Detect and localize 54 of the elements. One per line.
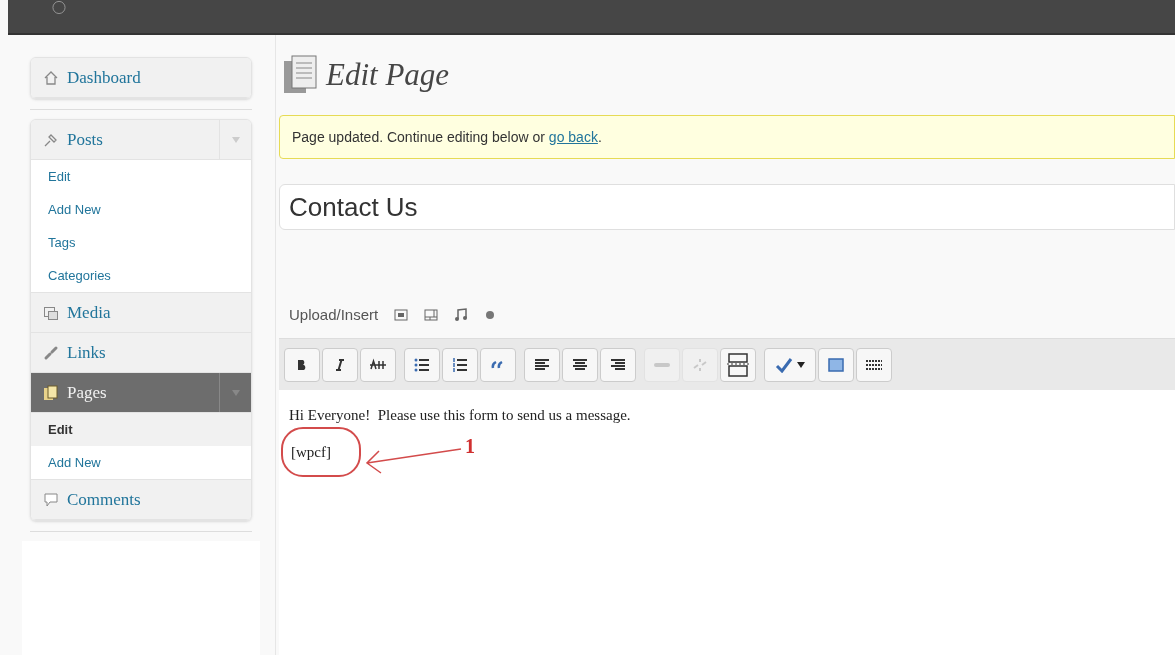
toolbar-button[interactable]: [360, 347, 396, 382]
pages-icon: [43, 384, 59, 401]
toolbar-button[interactable]: [442, 347, 478, 382]
music-note-icon[interactable]: [454, 308, 469, 322]
go-back-link[interactable]: go back: [548, 129, 598, 145]
submenu-item[interactable]: Edit: [31, 413, 251, 446]
caret-icon: [231, 389, 240, 396]
toolbar-button[interactable]: [764, 347, 816, 382]
page-title: Edit Page: [326, 55, 450, 94]
unlink-icon: [692, 357, 708, 372]
speech-bubble-icon: [43, 491, 59, 508]
upload-insert-label: Upload/Insert: [289, 304, 379, 325]
annotation-number: 1: [465, 433, 475, 459]
menu-item[interactable]: Pages: [31, 373, 251, 413]
shortcode-text: [wpcf]: [289, 440, 333, 463]
toolbar-button[interactable]: [856, 347, 892, 382]
media-icon: [43, 304, 59, 321]
align-right-icon: [610, 357, 626, 372]
dropdown-caret-icon: [797, 361, 805, 368]
page-break-icon: [727, 352, 749, 377]
toolbar-button[interactable]: [524, 347, 560, 382]
menu-item[interactable]: Links: [31, 333, 251, 373]
video-icon[interactable]: [424, 309, 439, 321]
toolbar-button[interactable]: [562, 347, 598, 382]
editor-paragraph: Hi Everyone! Please use this form to send us a message.: [289, 406, 632, 425]
toolbar-button[interactable]: [720, 347, 756, 382]
align-center-icon: [572, 357, 588, 372]
spellcheck-icon: [775, 356, 793, 373]
title-field[interactable]: Contact Us: [279, 184, 1175, 230]
numbered-list-icon: [452, 357, 468, 372]
fullscreen-icon: [828, 357, 844, 372]
italic-icon: [333, 357, 347, 372]
submenu-item[interactable]: Add New: [31, 193, 251, 226]
image-icon[interactable]: [394, 309, 409, 321]
strikethrough-icon: [369, 357, 387, 372]
submenu-item[interactable]: Edit: [31, 160, 251, 193]
toolbar-button[interactable]: [322, 347, 358, 382]
menu-item[interactable]: Posts: [31, 120, 251, 160]
toolbar-button[interactable]: [404, 347, 440, 382]
house-icon: [43, 69, 59, 86]
submenu-item[interactable]: Categories: [31, 259, 251, 292]
menu-item[interactable]: Dashboard: [31, 58, 251, 98]
caret-icon: [231, 136, 240, 143]
toolbar-button[interactable]: [600, 347, 636, 382]
menu-item[interactable]: Comments: [31, 480, 251, 520]
submenu-item[interactable]: Tags: [31, 226, 251, 259]
menu-item[interactable]: Media: [31, 293, 251, 333]
kitchen-sink-icon: [865, 357, 883, 372]
pages-icon: [282, 55, 318, 95]
update-notice: Page updated. Continue editing below or go back.: [279, 115, 1175, 159]
toolbar-button[interactable]: [284, 347, 320, 382]
bullet-list-icon: [414, 357, 430, 372]
submenu-item[interactable]: Add New: [31, 446, 251, 479]
align-left-icon: [534, 357, 550, 372]
